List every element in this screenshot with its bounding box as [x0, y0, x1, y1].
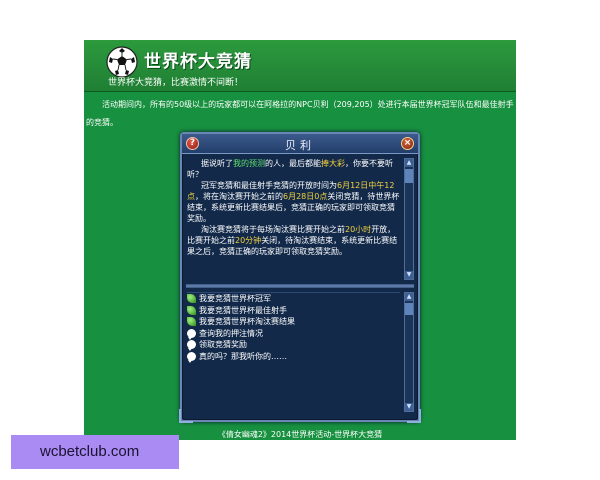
message-scrollbar[interactable]: ▲ ▼	[404, 158, 414, 280]
watermark-text: wcbetclub.com	[40, 443, 140, 460]
message-text: 据说听了	[201, 159, 233, 168]
option-label: 领取竞猜奖励	[199, 340, 247, 350]
frame-corner-ornament	[179, 409, 193, 423]
scroll-thumb[interactable]	[405, 303, 413, 315]
prediction-link[interactable]: 我的预测	[233, 159, 265, 168]
soccer-ball-icon	[106, 46, 138, 78]
scroll-up-icon[interactable]: ▲	[405, 293, 413, 301]
scroll-up-icon[interactable]: ▲	[405, 159, 413, 167]
option-label: 我要竞猜世界杯淘汰赛结果	[199, 317, 295, 327]
message-highlight: 20小时	[345, 225, 372, 234]
npc-message: 据说听了我的预测的人，最后都能捧大彩，你要不要听听？ 冠军竞猜和最佳射手竞猜的开…	[187, 158, 400, 280]
scroll-thumb[interactable]	[405, 169, 413, 183]
event-banner: 世界杯大竞猜 世界杯大竞猜，比赛激情不间断！	[84, 40, 516, 92]
speech-bubble-icon	[187, 351, 196, 363]
option-claim-reward[interactable]: 领取竞猜奖励	[187, 339, 400, 352]
message-highlight: 6月28日0点	[283, 192, 328, 201]
message-text: 冠军竞猜和最佳射手竞猜的开放时间为	[201, 181, 337, 190]
message-paragraph: 冠军竞猜和最佳射手竞猜的开放时间为6月12日中午12点，将在淘汰赛开始之前的6月…	[187, 180, 400, 224]
option-champion[interactable]: 我要竞猜世界杯冠军	[187, 293, 400, 305]
speech-bubble-icon	[187, 340, 196, 352]
scroll-down-icon[interactable]: ▼	[405, 271, 413, 279]
speech-bubble-icon	[187, 328, 196, 340]
dialog-title: 贝利	[285, 139, 315, 152]
option-label: 我要竞猜世界杯最佳射手	[199, 305, 287, 315]
dialog-divider	[186, 284, 414, 288]
leaf-icon	[187, 294, 196, 304]
message-highlight: 捧大彩	[321, 159, 345, 168]
message-paragraph: 淘汰赛竞猜将于每场淘汰赛比赛开始之前20小时开放，比赛开始之前20分钟关闭，待淘…	[187, 224, 400, 257]
npc-dialog: ? 贝利 × 据说听了我的预测的人，最后都能捧大彩，你要不要听听？ 冠军竞猜和最…	[179, 132, 421, 423]
banner-title: 世界杯大竞猜	[144, 52, 252, 72]
option-top-scorer[interactable]: 我要竞猜世界杯最佳射手	[187, 305, 400, 317]
close-button[interactable]: ×	[401, 137, 414, 150]
option-label: 查询我的押注情况	[199, 328, 263, 338]
frame-corner-ornament	[407, 409, 421, 423]
dialog-header: ? 贝利 ×	[182, 134, 418, 154]
option-label: 真的吗？那我听你的……	[199, 351, 287, 361]
message-text: 淘汰赛竞猜将于每场淘汰赛比赛开始之前	[201, 225, 345, 234]
message-highlight: 20分钟	[235, 236, 262, 245]
leaf-icon	[187, 305, 196, 315]
option-knockout[interactable]: 我要竞猜世界杯淘汰赛结果	[187, 316, 400, 328]
watermark-badge: wcbetclub.com	[11, 435, 179, 469]
event-panel: 世界杯大竞猜 世界杯大竞猜，比赛激情不间断！ 活动期间内，所有的50级以上的玩家…	[84, 40, 516, 440]
options-scrollbar[interactable]: ▲ ▼	[404, 292, 414, 412]
banner-subtitle: 世界杯大竞猜，比赛激情不间断！	[108, 78, 244, 88]
option-query-bets[interactable]: 查询我的押注情况	[187, 328, 400, 340]
dialog-options: 我要竞猜世界杯冠军 我要竞猜世界杯最佳射手 我要竞猜世界杯淘汰赛结果 查询我的押…	[187, 292, 400, 412]
option-label: 我要竞猜世界杯冠军	[199, 294, 271, 304]
option-listen[interactable]: 真的吗？那我听你的……	[187, 351, 400, 363]
leaf-icon	[187, 317, 196, 327]
event-description: 活动期间内，所有的50级以上的玩家都可以在阿格拉的NPC贝利（209,205）处…	[86, 100, 514, 127]
message-paragraph: 据说听了我的预测的人，最后都能捧大彩，你要不要听听？	[187, 158, 400, 180]
message-text: ，将在淘汰赛开始之前的	[195, 192, 283, 201]
message-text: 的人，最后都能	[265, 159, 321, 168]
